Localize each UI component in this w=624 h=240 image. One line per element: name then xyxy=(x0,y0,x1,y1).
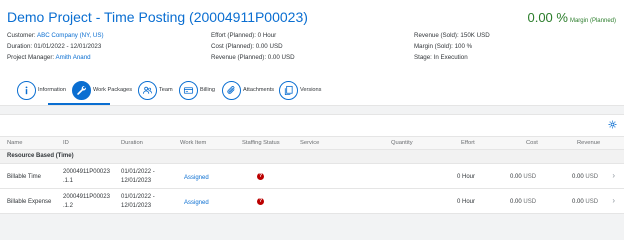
cell-duration-line1: 01/01/2022 - xyxy=(121,194,155,200)
column-header-quantity[interactable]: Quantity xyxy=(391,140,413,146)
tab-work-packages-label: Work Packages xyxy=(93,87,133,93)
cell-cost: 0.00 USD xyxy=(510,198,536,206)
cell-revenue-unit: USD xyxy=(585,174,599,180)
tab-billing-label: Billing xyxy=(200,87,215,93)
cell-cost: 0.00 USD xyxy=(510,173,536,181)
table-header-row: Name ID Duration Work Item Staffing Stat… xyxy=(0,136,624,150)
tab-work-packages[interactable]: Work Packages xyxy=(72,76,132,104)
column-header-name[interactable]: Name xyxy=(7,140,22,146)
group-header-row[interactable]: Resource Based (Time) xyxy=(0,150,624,164)
tab-versions[interactable]: Versions xyxy=(279,76,321,104)
table-settings-gear-icon[interactable] xyxy=(608,120,617,131)
column-header-id[interactable]: ID xyxy=(63,140,69,146)
tab-billing[interactable]: Billing xyxy=(179,76,215,104)
cell-duration-line1: 01/01/2022 - xyxy=(121,169,155,175)
cell-duration-line2: 12/01/2023 xyxy=(121,203,152,209)
project-manager-link[interactable]: Amith Anand xyxy=(56,54,91,61)
cell-cost-unit: USD xyxy=(523,174,537,180)
table-row[interactable]: Billable Expense 20004911P00023 .1.2 01/… xyxy=(0,189,624,214)
active-tab-indicator xyxy=(48,103,110,105)
cell-id-line1: 20004911P00023 xyxy=(63,169,110,175)
tab-attachments-label: Attachments xyxy=(243,87,275,93)
duration-attribute: Duration: 01/01/2022 - 12/01/2023 xyxy=(7,43,101,50)
duration-label: Duration: xyxy=(7,43,33,50)
cell-revenue-amount: 0.00 xyxy=(572,199,584,205)
cell-work-item-link[interactable]: Assigned xyxy=(184,174,209,182)
chevron-right-icon[interactable]: › xyxy=(612,171,615,180)
margin-kpi-value: 0.00 % xyxy=(527,10,568,25)
wrench-icon xyxy=(72,80,91,100)
cell-revenue: 0.00 USD xyxy=(572,173,598,181)
column-header-service[interactable]: Service xyxy=(300,140,319,146)
customer-label: Customer: xyxy=(7,32,36,39)
cell-effort: 0 Hour xyxy=(457,199,476,205)
project-manager-attribute: Project Manager: Amith Anand xyxy=(7,54,91,61)
team-icon xyxy=(138,80,157,100)
column-header-duration[interactable]: Duration xyxy=(121,140,143,146)
duration-value: 01/01/2022 - 12/01/2023 xyxy=(33,43,102,50)
project-manager-label: Project Manager: xyxy=(7,54,55,61)
cell-id-line1: 20004911P00023 xyxy=(63,194,110,200)
billing-icon xyxy=(179,80,198,100)
table-row[interactable]: Billable Time 20004911P00023 .1.1 01/01/… xyxy=(0,164,624,189)
group-header-label: Resource Based (Time) xyxy=(7,153,74,159)
column-header-cost[interactable]: Cost xyxy=(526,140,538,146)
column-header-revenue[interactable]: Revenue xyxy=(577,140,600,146)
cell-id-line2: .1.2 xyxy=(63,203,74,209)
cell-revenue-unit: USD xyxy=(585,199,599,205)
cell-duration-line2: 12/01/2023 xyxy=(121,178,152,184)
tab-team[interactable]: Team xyxy=(138,76,173,104)
tab-versions-label: Versions xyxy=(300,87,322,93)
object-header: Demo Project - Time Posting (20004911P00… xyxy=(0,0,624,106)
cell-cost-amount: 0.00 xyxy=(510,174,522,180)
margin-kpi: 0.00 % Margin (Planned) xyxy=(527,9,616,27)
paperclip-icon xyxy=(222,80,241,100)
page-background xyxy=(0,214,624,240)
page-title: Demo Project - Time Posting (20004911P00… xyxy=(7,9,308,25)
customer-link[interactable]: ABC Company (NY, US) xyxy=(37,32,104,39)
staffing-error-icon[interactable]: ? xyxy=(257,173,264,180)
cell-id-line2: .1.1 xyxy=(63,178,74,184)
column-header-effort[interactable]: Effort xyxy=(461,140,475,146)
tab-attachments[interactable]: Attachments xyxy=(222,76,274,104)
stage: Stage: In Execution xyxy=(414,54,468,61)
cell-revenue: 0.00 USD xyxy=(572,198,598,206)
margin-sold: Margin (Sold): 100 % xyxy=(414,43,473,50)
customer-attribute: Customer: ABC Company (NY, US) xyxy=(7,32,104,39)
tab-information-label: Information xyxy=(38,87,66,93)
cell-name: Billable Time xyxy=(7,174,42,180)
tab-team-label: Team xyxy=(159,87,173,93)
info-icon xyxy=(17,80,36,100)
effort-planned: Effort (Planned): 0 Hour xyxy=(211,32,277,39)
column-header-work-item[interactable]: Work Item xyxy=(180,140,206,146)
anchor-bar: Information Work Packages Team Billing A… xyxy=(0,76,624,106)
column-header-staffing-status[interactable]: Staffing Status xyxy=(242,140,280,146)
cell-revenue-amount: 0.00 xyxy=(572,174,584,180)
staffing-error-icon[interactable]: ? xyxy=(257,198,264,205)
cell-effort: 0 Hour xyxy=(457,174,476,180)
versions-icon xyxy=(279,80,298,100)
revenue-planned: Revenue (Planned): 0.00 USD xyxy=(211,54,295,61)
tab-information[interactable]: Information xyxy=(17,76,66,104)
cell-name: Billable Expense xyxy=(7,199,52,205)
cost-planned: Cost (Planned): 0.00 USD xyxy=(211,43,283,50)
cell-cost-amount: 0.00 xyxy=(510,199,522,205)
chevron-right-icon[interactable]: › xyxy=(612,196,615,205)
cell-cost-unit: USD xyxy=(523,199,537,205)
revenue-sold: Revenue (Sold): 150K USD xyxy=(414,32,490,39)
margin-kpi-label: Margin (Planned) xyxy=(569,18,616,24)
cell-work-item-link[interactable]: Assigned xyxy=(184,199,209,207)
